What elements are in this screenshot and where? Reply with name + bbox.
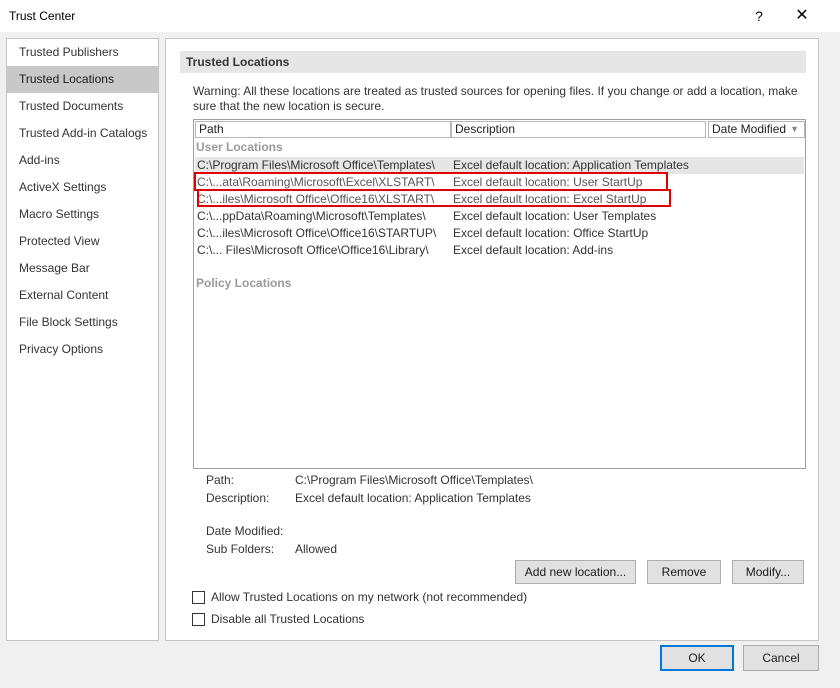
cancel-button[interactable]: Cancel	[743, 645, 819, 671]
help-button[interactable]: ?	[748, 4, 770, 28]
row-description: Excel default location: User Templates	[453, 209, 657, 223]
row-description: Excel default location: Add-ins	[453, 243, 614, 257]
column-header-description[interactable]: Description	[451, 121, 706, 138]
category-sidebar: Trusted Publishers Trusted Locations Tru…	[6, 38, 159, 641]
section-title: Trusted Locations	[180, 51, 806, 73]
table-row[interactable]: C:\...ata\Roaming\Microsoft\Excel\XLSTAR…	[195, 174, 804, 191]
main-panel: Trusted Locations Warning: All these loc…	[165, 38, 819, 641]
policy-locations-group-label: Policy Locations	[196, 276, 292, 290]
table-row[interactable]: C:\...iles\Microsoft Office\Office16\STA…	[195, 225, 804, 242]
table-row[interactable]: C:\Program Files\Microsoft Office\Templa…	[195, 157, 804, 174]
user-locations-group-label: User Locations	[196, 140, 283, 154]
sidebar-item-add-ins[interactable]: Add-ins	[7, 147, 158, 174]
row-description: Excel default location: Office StartUp	[453, 226, 649, 240]
remove-button[interactable]: Remove	[647, 560, 721, 584]
window-title: Trust Center	[9, 9, 76, 23]
column-header-description-label: Description	[455, 122, 516, 136]
sidebar-item-trusted-locations[interactable]: Trusted Locations	[7, 66, 158, 93]
add-new-location-button[interactable]: Add new location...	[515, 560, 636, 584]
allow-network-label: Allow Trusted Locations on my network (n…	[211, 590, 528, 604]
row-description: Excel default location: Excel StartUp	[453, 192, 647, 206]
detail-sub-folders-label: Sub Folders:	[206, 542, 275, 556]
detail-path-label: Path:	[206, 473, 235, 487]
column-header-path-label: Path	[199, 122, 224, 136]
modify-button[interactable]: Modify...	[732, 560, 804, 584]
row-path: C:\... Files\Microsoft Office\Office16\L…	[197, 243, 429, 257]
sidebar-item-protected-view[interactable]: Protected View	[7, 228, 158, 255]
row-path: C:\Program Files\Microsoft Office\Templa…	[197, 158, 435, 172]
row-path: C:\...ppData\Roaming\Microsoft\Templates…	[197, 209, 426, 223]
disable-all-label: Disable all Trusted Locations	[211, 612, 365, 626]
detail-description-label: Description:	[206, 491, 270, 505]
row-description: Excel default location: User StartUp	[453, 175, 643, 189]
sidebar-item-privacy-options[interactable]: Privacy Options	[7, 336, 158, 363]
column-header-path[interactable]: Path	[195, 121, 451, 138]
row-path: C:\...iles\Microsoft Office\Office16\XLS…	[197, 192, 435, 206]
sidebar-item-trusted-add-in-catalogs[interactable]: Trusted Add-in Catalogs	[7, 120, 158, 147]
table-row[interactable]: C:\...ppData\Roaming\Microsoft\Templates…	[195, 208, 804, 225]
sidebar-item-trusted-publishers[interactable]: Trusted Publishers	[7, 39, 158, 66]
column-header-date-modified[interactable]: Date Modified ▼	[708, 121, 805, 138]
detail-path-value: C:\Program Files\Microsoft Office\Templa…	[295, 473, 533, 487]
sidebar-item-message-bar[interactable]: Message Bar	[7, 255, 158, 282]
table-row[interactable]: C:\... Files\Microsoft Office\Office16\L…	[195, 242, 804, 259]
allow-network-checkbox[interactable]	[192, 591, 205, 604]
detail-sub-folders-value: Allowed	[295, 542, 338, 556]
close-button[interactable]: ✕	[790, 4, 814, 28]
row-path: C:\...iles\Microsoft Office\Office16\STA…	[197, 226, 437, 240]
sidebar-item-macro-settings[interactable]: Macro Settings	[7, 201, 158, 228]
sort-arrow-icon: ▼	[790, 124, 799, 134]
dialog-scrollbar[interactable]	[823, 38, 840, 688]
column-header-date-modified-label: Date Modified	[712, 122, 787, 136]
ok-button[interactable]: OK	[660, 645, 734, 671]
row-path: C:\...ata\Roaming\Microsoft\Excel\XLSTAR…	[197, 175, 435, 189]
sidebar-item-external-content[interactable]: External Content	[7, 282, 158, 309]
row-description: Excel default location: Application Temp…	[453, 158, 689, 172]
sidebar-item-trusted-documents[interactable]: Trusted Documents	[7, 93, 158, 120]
disable-all-checkbox[interactable]	[192, 613, 205, 626]
locations-list[interactable]: Path Description Date Modified ▼ User Loc…	[193, 119, 806, 469]
detail-date-modified-label: Date Modified:	[206, 524, 284, 538]
title-bar: Trust Center ? ✕	[0, 0, 840, 32]
sidebar-item-file-block-settings[interactable]: File Block Settings	[7, 309, 158, 336]
table-row[interactable]: C:\...iles\Microsoft Office\Office16\XLS…	[195, 191, 804, 208]
detail-description-value: Excel default location: Application Temp…	[295, 491, 531, 505]
sidebar-item-activex-settings[interactable]: ActiveX Settings	[7, 174, 158, 201]
warning-text: Warning: All these locations are treated…	[193, 84, 798, 113]
